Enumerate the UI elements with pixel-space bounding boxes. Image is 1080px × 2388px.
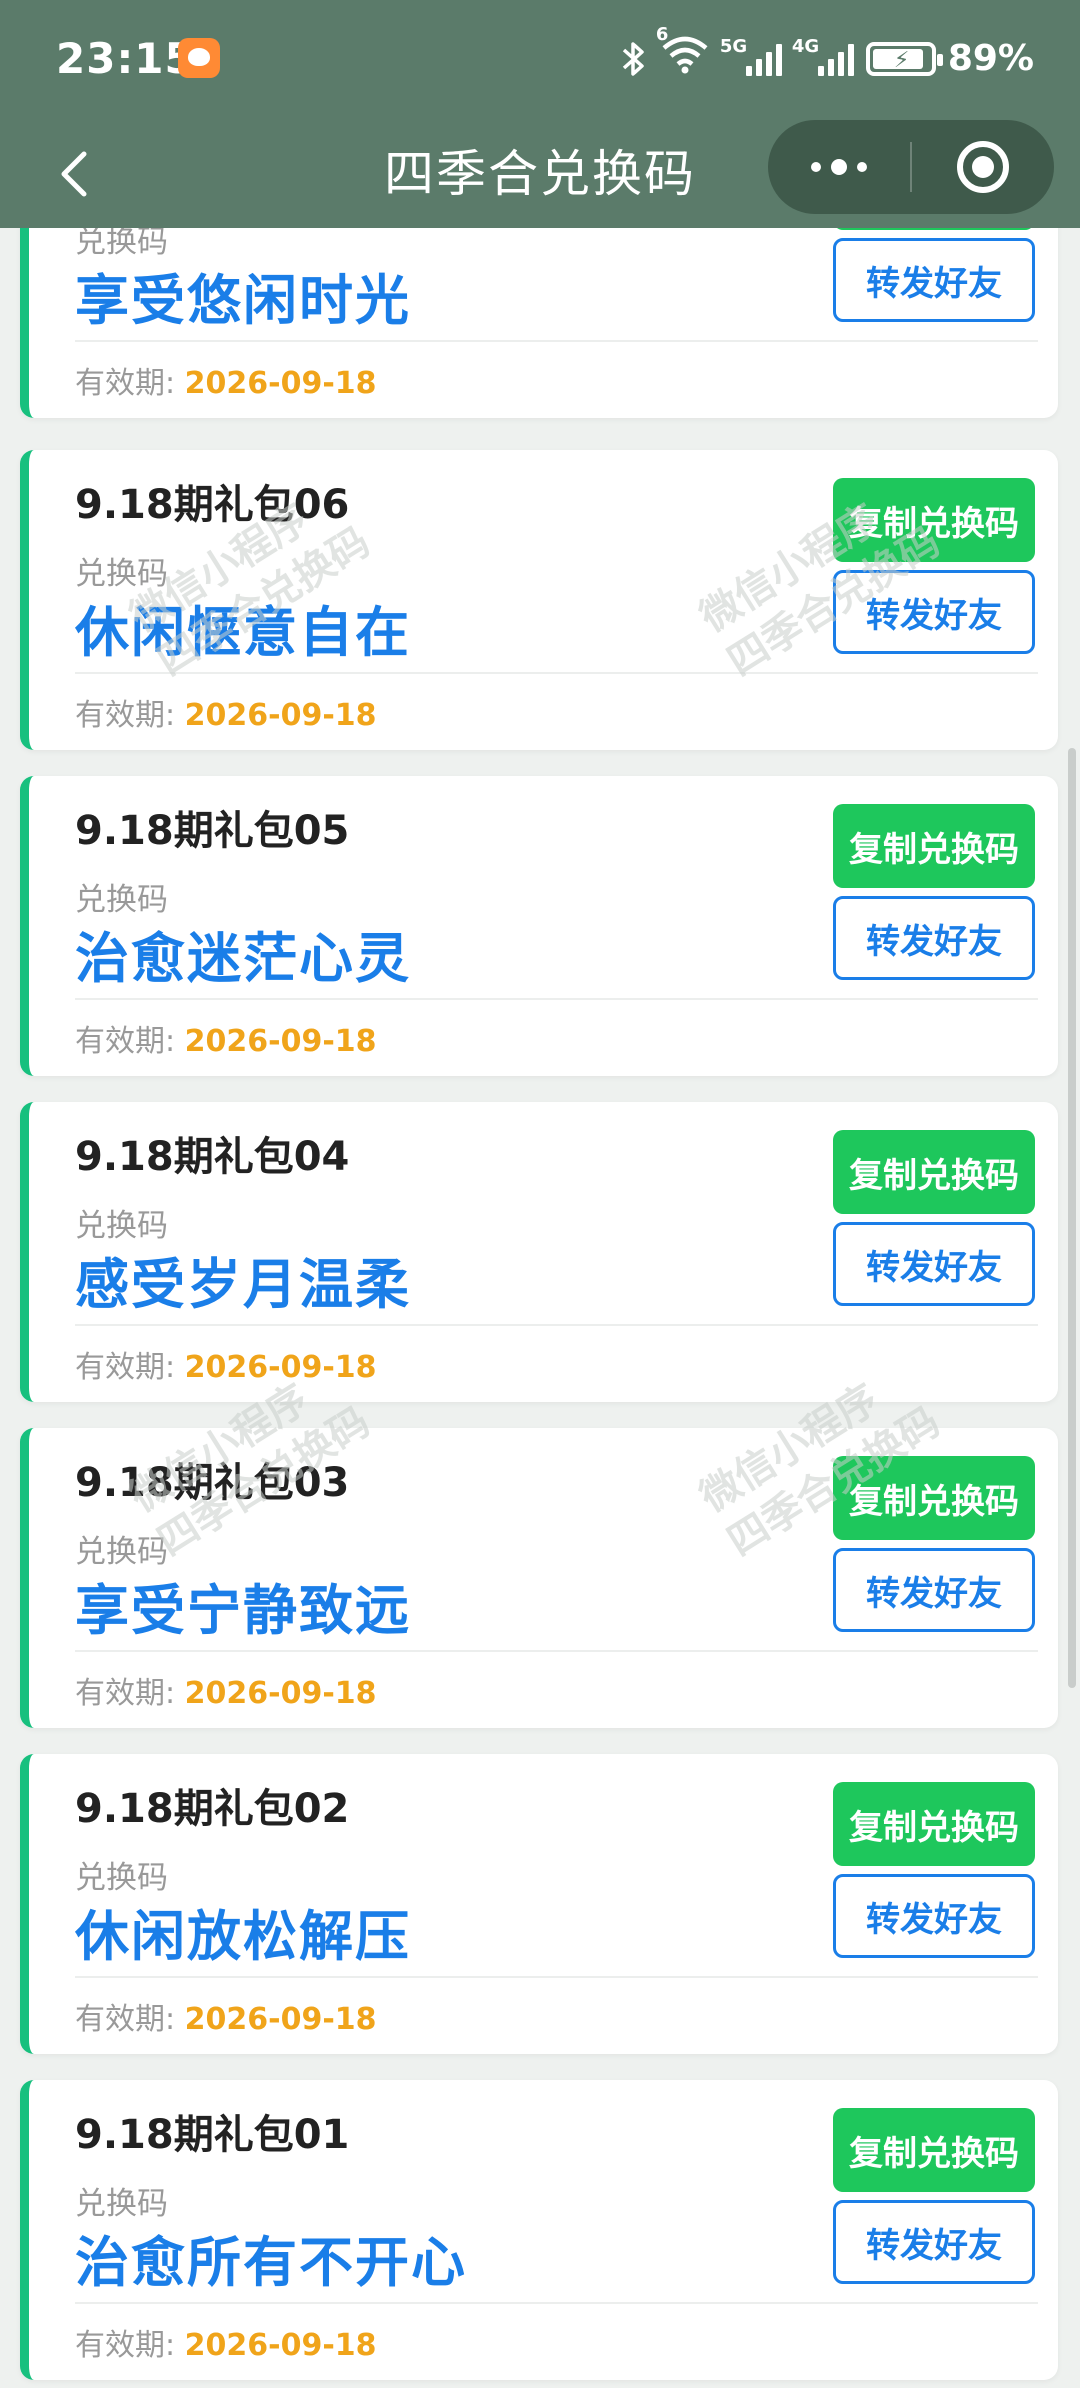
signal-5g-icon: 5G [720, 36, 782, 76]
close-miniprogram-button[interactable] [912, 120, 1054, 214]
code-label: 兑换码 [75, 1534, 168, 1570]
status-time: 23:15 [56, 34, 195, 83]
expiry-row: 有效期: 2026-09-18 [75, 358, 377, 402]
signal-4g-icon: 4G [792, 36, 854, 76]
expiry-row: 有效期: 2026-09-18 [75, 1016, 377, 1060]
code-card: 9.18期礼包03 兑换码 享受宁静致远 有效期: 2026-09-18 复制兑… [20, 1428, 1058, 1728]
expiry-date: 2026-09-18 [184, 366, 377, 401]
charging-bolt-icon: ⚡ [893, 47, 910, 73]
target-icon [957, 141, 1009, 193]
battery-percent: 89% [947, 38, 1034, 79]
card-title: 9.18期礼包02 [75, 1786, 350, 1832]
copy-code-button[interactable]: 复制兑换码 [833, 804, 1035, 888]
copy-code-button[interactable]: 复制兑换码 [833, 1782, 1035, 1866]
code-value: 治愈所有不开心 [75, 2231, 467, 2294]
battery-icon: ⚡ [865, 41, 943, 76]
wifi-badge: 6 [655, 24, 669, 45]
expiry-row: 有效期: 2026-09-18 [75, 1668, 377, 1712]
code-value: 享受宁静致远 [75, 1579, 411, 1642]
divider [75, 998, 1038, 1000]
copy-code-button[interactable]: 复制兑换码 [833, 228, 1035, 230]
miniprogram-capsule [768, 120, 1054, 214]
card-title: 9.18期礼包04 [75, 1134, 350, 1180]
expiry-date: 2026-09-18 [184, 698, 377, 733]
expiry-label: 有效期: [75, 1676, 176, 1711]
code-value: 休闲惬意自在 [75, 601, 411, 664]
expiry-label: 有效期: [75, 1024, 176, 1059]
bluetooth-icon [622, 41, 644, 76]
expiry-label: 有效期: [75, 2328, 176, 2363]
expiry-label: 有效期: [75, 2002, 176, 2037]
code-card: 9.18期礼包01 兑换码 治愈所有不开心 有效期: 2026-09-18 复制… [20, 2080, 1058, 2380]
expiry-row: 有效期: 2026-09-18 [75, 2320, 377, 2364]
code-card: 9.18期礼包06 兑换码 休闲惬意自在 有效期: 2026-09-18 复制兑… [20, 450, 1058, 750]
code-card: 9.18期礼包02 兑换码 休闲放松解压 有效期: 2026-09-18 复制兑… [20, 1754, 1058, 2054]
expiry-date: 2026-09-18 [184, 2328, 377, 2363]
app-header: 23:15 6 5G 4G ⚡ 89% 四季合兑换码 [0, 0, 1080, 228]
more-options-button[interactable] [768, 120, 910, 214]
divider [75, 1324, 1038, 1326]
scrollbar[interactable] [1068, 748, 1076, 1688]
wifi-indicator: 6 [656, 24, 710, 83]
code-card: 兑换码 享受悠闲时光 有效期: 2026-09-18 复制兑换码 转发好友 [20, 228, 1058, 418]
network-type-2: 4G [791, 35, 820, 57]
code-value: 治愈迷茫心灵 [75, 927, 411, 990]
code-card: 9.18期礼包04 兑换码 感受岁月温柔 有效期: 2026-09-18 复制兑… [20, 1102, 1058, 1402]
code-label: 兑换码 [75, 556, 168, 592]
card-title: 9.18期礼包06 [75, 482, 350, 528]
nav-bar: 四季合兑换码 [0, 120, 1080, 228]
status-icons: 6 5G 4G ⚡ 89% [620, 24, 1034, 83]
divider [75, 1976, 1038, 1978]
expiry-row: 有效期: 2026-09-18 [75, 1342, 377, 1386]
code-value: 享受悠闲时光 [75, 269, 411, 332]
copy-code-button[interactable]: 复制兑换码 [833, 2108, 1035, 2192]
expiry-row: 有效期: 2026-09-18 [75, 1994, 377, 2038]
divider [75, 340, 1038, 342]
card-title: 9.18期礼包03 [75, 1460, 350, 1506]
copy-code-button[interactable]: 复制兑换码 [833, 478, 1035, 562]
expiry-date: 2026-09-18 [184, 1350, 377, 1385]
card-title: 9.18期礼包01 [75, 2112, 350, 2158]
expiry-row: 有效期: 2026-09-18 [75, 690, 377, 734]
code-label: 兑换码 [75, 1208, 168, 1244]
code-label: 兑换码 [75, 1860, 168, 1896]
share-friend-button[interactable]: 转发好友 [833, 1548, 1035, 1632]
share-friend-button[interactable]: 转发好友 [833, 2200, 1035, 2284]
share-friend-button[interactable]: 转发好友 [833, 1874, 1035, 1958]
share-friend-button[interactable]: 转发好友 [833, 570, 1035, 654]
code-label: 兑换码 [75, 2186, 168, 2222]
expiry-label: 有效期: [75, 698, 176, 733]
expiry-date: 2026-09-18 [184, 1024, 377, 1059]
card-title: 9.18期礼包05 [75, 808, 350, 854]
share-friend-button[interactable]: 转发好友 [833, 238, 1035, 322]
code-list[interactable]: 兑换码 享受悠闲时光 有效期: 2026-09-18 复制兑换码 转发好友 9.… [0, 228, 1080, 2388]
copy-code-button[interactable]: 复制兑换码 [833, 1130, 1035, 1214]
share-friend-button[interactable]: 转发好友 [833, 1222, 1035, 1306]
expiry-date: 2026-09-18 [184, 1676, 377, 1711]
code-value: 休闲放松解压 [75, 1905, 411, 1968]
status-bar: 23:15 6 5G 4G ⚡ 89% [0, 0, 1080, 120]
code-value: 感受岁月温柔 [75, 1253, 411, 1316]
share-friend-button[interactable]: 转发好友 [833, 896, 1035, 980]
expiry-date: 2026-09-18 [184, 2002, 377, 2037]
divider [75, 672, 1038, 674]
network-type-1: 5G [719, 35, 748, 57]
divider [75, 2302, 1038, 2304]
code-label: 兑换码 [75, 882, 168, 918]
divider [75, 1650, 1038, 1652]
notification-app-icon [178, 38, 220, 78]
expiry-label: 有效期: [75, 1350, 176, 1385]
copy-code-button[interactable]: 复制兑换码 [833, 1456, 1035, 1540]
code-card: 9.18期礼包05 兑换码 治愈迷茫心灵 有效期: 2026-09-18 复制兑… [20, 776, 1058, 1076]
expiry-label: 有效期: [75, 366, 176, 401]
